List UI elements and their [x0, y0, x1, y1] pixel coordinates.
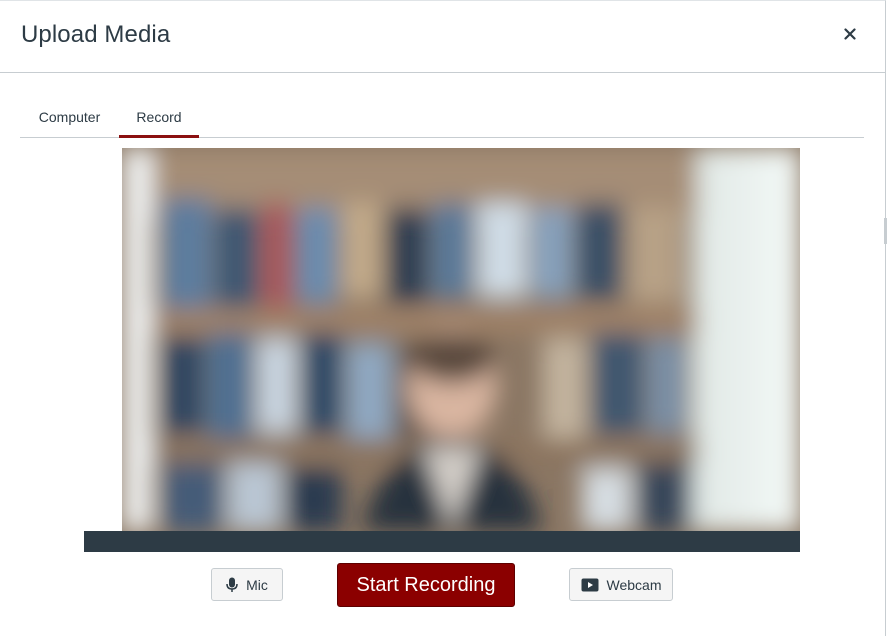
webcam-button-label: Webcam	[606, 576, 662, 593]
microphone-icon	[226, 577, 238, 593]
video-control-bar	[84, 531, 800, 552]
dialog-title: Upload Media	[21, 21, 171, 48]
upload-media-dialog: Upload Media Computer Record Mic Start R…	[0, 0, 886, 636]
close-button[interactable]	[839, 25, 861, 47]
dialog-header: Upload Media	[0, 1, 885, 73]
mic-button[interactable]: Mic	[211, 568, 283, 601]
tab-computer[interactable]: Computer	[20, 101, 119, 138]
close-icon	[844, 27, 856, 45]
webcam-preview-image	[122, 148, 800, 531]
webcam-preview	[122, 148, 800, 531]
video-icon	[581, 578, 599, 592]
start-recording-button[interactable]: Start Recording	[337, 563, 515, 607]
webcam-button[interactable]: Webcam	[569, 568, 673, 601]
media-tabs: Computer Record	[20, 101, 864, 138]
tab-record[interactable]: Record	[119, 101, 199, 138]
mic-button-label: Mic	[246, 576, 268, 593]
